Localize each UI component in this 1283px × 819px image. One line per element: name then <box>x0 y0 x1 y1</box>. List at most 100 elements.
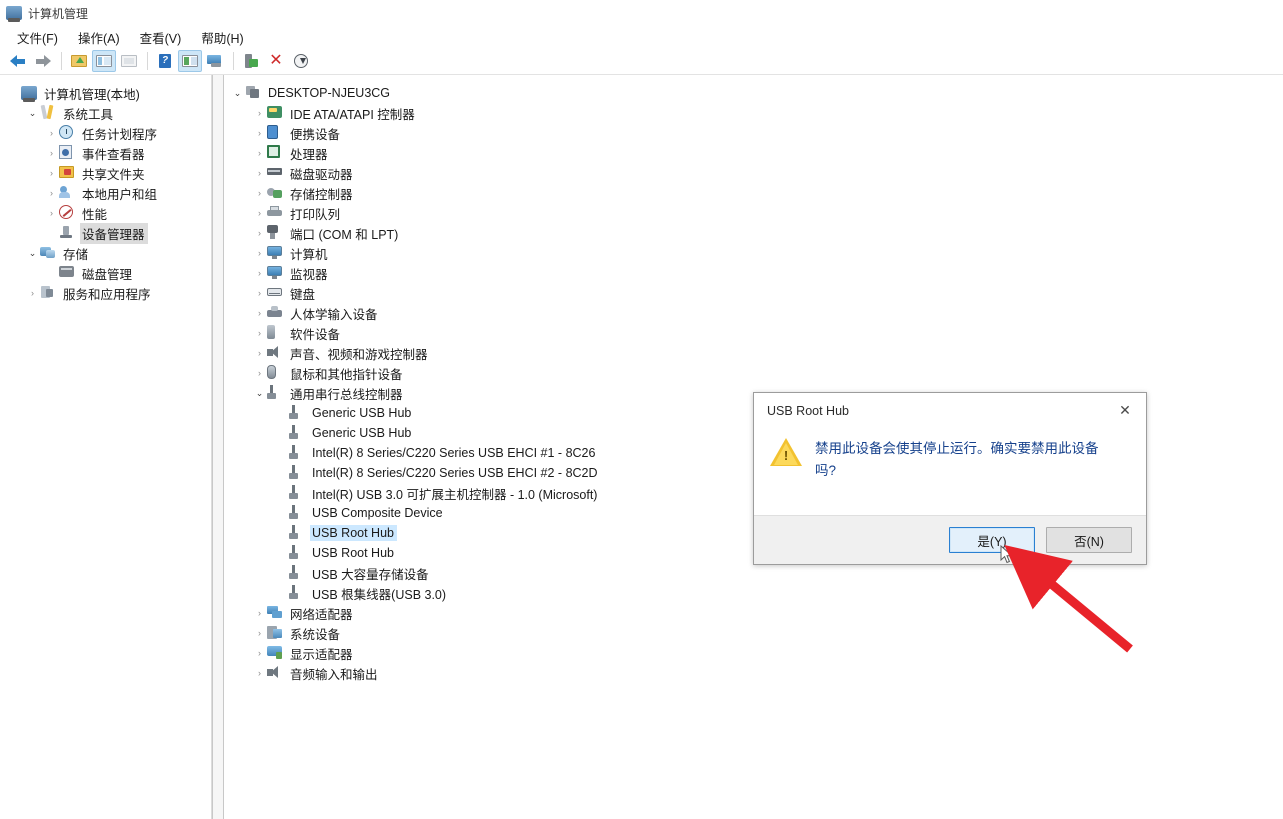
chevron-right-icon[interactable]: › <box>252 649 267 658</box>
device-node-usb-root-hub-usb30[interactable]: USB 根集线器(USB 3.0) <box>224 583 1283 603</box>
device-node-system-devices-label: 系统设备 <box>288 623 343 644</box>
device-node-audio-io[interactable]: ›音频输入和输出 <box>224 663 1283 683</box>
ctrl-icon <box>267 185 283 201</box>
close-icon[interactable]: ✕ <box>1104 394 1146 428</box>
device-node-sound-video-game-label: 声音、视频和游戏控制器 <box>288 343 431 364</box>
device-node-desktop-label: DESKTOP-NJEU3CG <box>266 85 393 101</box>
device-node-sound-video-game[interactable]: › 声音、视频和游戏控制器 <box>224 343 1283 363</box>
update-driver-icon[interactable] <box>239 50 263 72</box>
sidebar-item-storage[interactable]: ⌄存储 <box>0 243 211 263</box>
sidebar-item-shared-folders-label: 共享文件夹 <box>80 163 148 184</box>
device-node-monitors[interactable]: ›监视器 <box>224 263 1283 283</box>
device-node-ide-ata-atapi[interactable]: ›IDE ATA/ATAPI 控制器 <box>224 103 1283 123</box>
services-icon <box>40 285 56 301</box>
sidebar-item-device-manager[interactable]: 设备管理器 <box>0 223 211 243</box>
chevron-down-icon[interactable]: ⌄ <box>25 109 40 118</box>
sidebar-item-local-users-groups[interactable]: ›本地用户和组 <box>0 183 211 203</box>
device-node-disk-drives-label: 磁盘驱动器 <box>288 163 356 184</box>
chevron-right-icon[interactable]: › <box>44 149 59 158</box>
sidebar-item-computer-management-local[interactable]: 计算机管理(本地) <box>0 83 211 103</box>
device-node-ports[interactable]: ›端口 (COM 和 LPT) <box>224 223 1283 243</box>
chevron-right-icon[interactable]: › <box>252 369 267 378</box>
chevron-right-icon[interactable]: › <box>252 329 267 338</box>
menu-action[interactable]: 操作(A) <box>69 26 131 49</box>
chevron-right-icon[interactable]: › <box>252 669 267 678</box>
device-node-print-queues[interactable]: ›打印队列 <box>224 203 1283 223</box>
chevron-right-icon[interactable]: › <box>252 209 267 218</box>
pane-splitter[interactable] <box>212 75 224 819</box>
keyboard-icon <box>267 285 283 301</box>
device-node-hid[interactable]: › 人体学输入设备 <box>224 303 1283 323</box>
chevron-right-icon[interactable]: › <box>252 109 267 118</box>
show-action-pane-icon[interactable] <box>178 50 202 72</box>
device-node-usb-controllers-label: 通用串行总线控制器 <box>288 383 406 404</box>
device-node-keyboards[interactable]: ›键盘 <box>224 283 1283 303</box>
sidebar-item-shared-folders[interactable]: › 共享文件夹 <box>0 163 211 183</box>
chevron-down-icon[interactable]: ⌄ <box>230 89 245 98</box>
device-node-hid-label: 人体学输入设备 <box>288 303 381 324</box>
back-icon[interactable] <box>6 50 30 72</box>
sysdev-icon <box>267 625 283 641</box>
help-icon[interactable]: ? <box>153 50 177 72</box>
chevron-right-icon[interactable]: › <box>252 349 267 358</box>
chevron-right-icon[interactable]: › <box>252 129 267 138</box>
device-node-usb-mass-storage[interactable]: USB 大容量存储设备 <box>224 563 1283 583</box>
chevron-right-icon[interactable]: › <box>252 189 267 198</box>
device-node-software-devices[interactable]: › 软件设备 <box>224 323 1283 343</box>
chevron-right-icon[interactable]: › <box>44 129 59 138</box>
device-node-mice[interactable]: ›鼠标和其他指针设备 <box>224 363 1283 383</box>
chevron-right-icon[interactable]: › <box>252 309 267 318</box>
usb-icon <box>289 405 305 421</box>
yes-button[interactable]: 是(Y) <box>949 527 1035 553</box>
sidebar-item-disk-management[interactable]: 磁盘管理 <box>0 263 211 283</box>
menu-file[interactable]: 文件(F) <box>8 26 69 49</box>
device-node-usb-root-hub-2-label: USB Root Hub <box>310 545 397 561</box>
chevron-right-icon[interactable]: › <box>252 629 267 638</box>
device-node-display-adapters-label: 显示适配器 <box>288 643 356 664</box>
chevron-right-icon[interactable]: › <box>252 289 267 298</box>
chevron-right-icon[interactable]: › <box>44 209 59 218</box>
chevron-down-icon[interactable]: ⌄ <box>25 249 40 258</box>
chevron-right-icon[interactable]: › <box>25 289 40 298</box>
chevron-right-icon[interactable]: › <box>252 609 267 618</box>
chevron-right-icon[interactable]: › <box>252 249 267 258</box>
sidebar-item-system-tools[interactable]: ⌄系统工具 <box>0 103 211 123</box>
device-node-desktop[interactable]: ⌄ DESKTOP-NJEU3CG <box>224 83 1283 103</box>
properties-icon[interactable] <box>117 50 141 72</box>
sidebar-item-services-and-applications[interactable]: ›服务和应用程序 <box>0 283 211 303</box>
device-node-system-devices[interactable]: › 系统设备 <box>224 623 1283 643</box>
chevron-right-icon[interactable]: › <box>252 149 267 158</box>
device-node-computer[interactable]: ›计算机 <box>224 243 1283 263</box>
no-button[interactable]: 否(N) <box>1046 527 1132 553</box>
chevron-right-icon[interactable]: › <box>252 229 267 238</box>
device-node-network-adapters[interactable]: ›网络适配器 <box>224 603 1283 623</box>
sidebar-item-performance[interactable]: ›性能 <box>0 203 211 223</box>
device-node-storage-controllers[interactable]: ›存储控制器 <box>224 183 1283 203</box>
scan-hardware-icon[interactable] <box>289 50 313 72</box>
sidebar-item-event-viewer[interactable]: ›事件查看器 <box>0 143 211 163</box>
device-node-software-devices-label: 软件设备 <box>288 323 343 344</box>
chevron-right-icon[interactable]: › <box>252 169 267 178</box>
forward-icon[interactable] <box>31 50 55 72</box>
chevron-right-icon[interactable]: › <box>44 169 59 178</box>
device-node-portable-devices[interactable]: ›便携设备 <box>224 123 1283 143</box>
show-console-tree-icon[interactable] <box>92 50 116 72</box>
device-node-display-adapters[interactable]: › 显示适配器 <box>224 643 1283 663</box>
device-node-disk-drives[interactable]: › 磁盘驱动器 <box>224 163 1283 183</box>
up-one-level-icon[interactable] <box>67 50 91 72</box>
chevron-right-icon[interactable]: › <box>252 269 267 278</box>
device-node-processors[interactable]: ›处理器 <box>224 143 1283 163</box>
computer-icon[interactable] <box>203 50 227 72</box>
title-bar: 计算机管理 <box>0 0 1283 26</box>
chevron-down-icon[interactable]: ⌄ <box>252 389 267 398</box>
uninstall-device-icon[interactable]: ✕ <box>264 50 288 72</box>
sidebar-item-task-scheduler[interactable]: ›任务计划程序 <box>0 123 211 143</box>
menu-view[interactable]: 查看(V) <box>131 26 193 49</box>
monitor-icon <box>267 265 283 281</box>
chevron-right-icon[interactable]: › <box>44 189 59 198</box>
pc-icon <box>245 85 261 101</box>
ide-icon <box>267 105 283 121</box>
menu-help[interactable]: 帮助(H) <box>192 26 254 49</box>
users-icon <box>59 185 75 201</box>
perf-icon <box>59 205 75 221</box>
